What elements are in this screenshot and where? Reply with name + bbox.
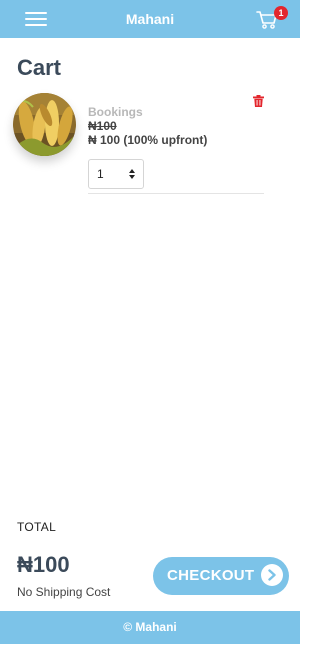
item-category: Bookings: [88, 105, 143, 119]
quantity-select[interactable]: 1: [88, 159, 144, 189]
menu-icon-line: [25, 18, 47, 20]
menu-icon-line: [25, 12, 47, 14]
quantity-value: 1: [97, 167, 104, 181]
top-app-bar: Mahani 1: [0, 0, 300, 38]
checkout-button[interactable]: CHECKOUT: [153, 557, 289, 595]
cart-button[interactable]: 1: [256, 6, 290, 32]
menu-icon-line: [25, 24, 47, 26]
product-image[interactable]: [13, 93, 76, 156]
product-photo: [13, 93, 76, 156]
menu-icon[interactable]: [25, 11, 47, 27]
trash-icon: [253, 95, 264, 107]
page-title: Cart: [17, 55, 62, 80]
remove-item-button[interactable]: [253, 94, 265, 107]
cart-count-badge: 1: [274, 6, 288, 20]
total-amount: ₦100: [17, 552, 70, 577]
item-price: ₦ 100 (100% upfront): [88, 133, 208, 147]
item-divider: [88, 193, 264, 194]
footer: © Mahani: [0, 611, 300, 644]
checkout-label: CHECKOUT: [167, 567, 255, 584]
select-arrows-icon: [129, 169, 135, 179]
chevron-right-icon: [261, 564, 283, 586]
shipping-note: No Shipping Cost: [17, 585, 111, 599]
item-original-price: ₦100: [88, 119, 117, 133]
total-label: TOTAL: [17, 520, 57, 534]
cart-item-details: Bookings ₦100 ₦ 100 (100% upfront): [88, 105, 264, 148]
